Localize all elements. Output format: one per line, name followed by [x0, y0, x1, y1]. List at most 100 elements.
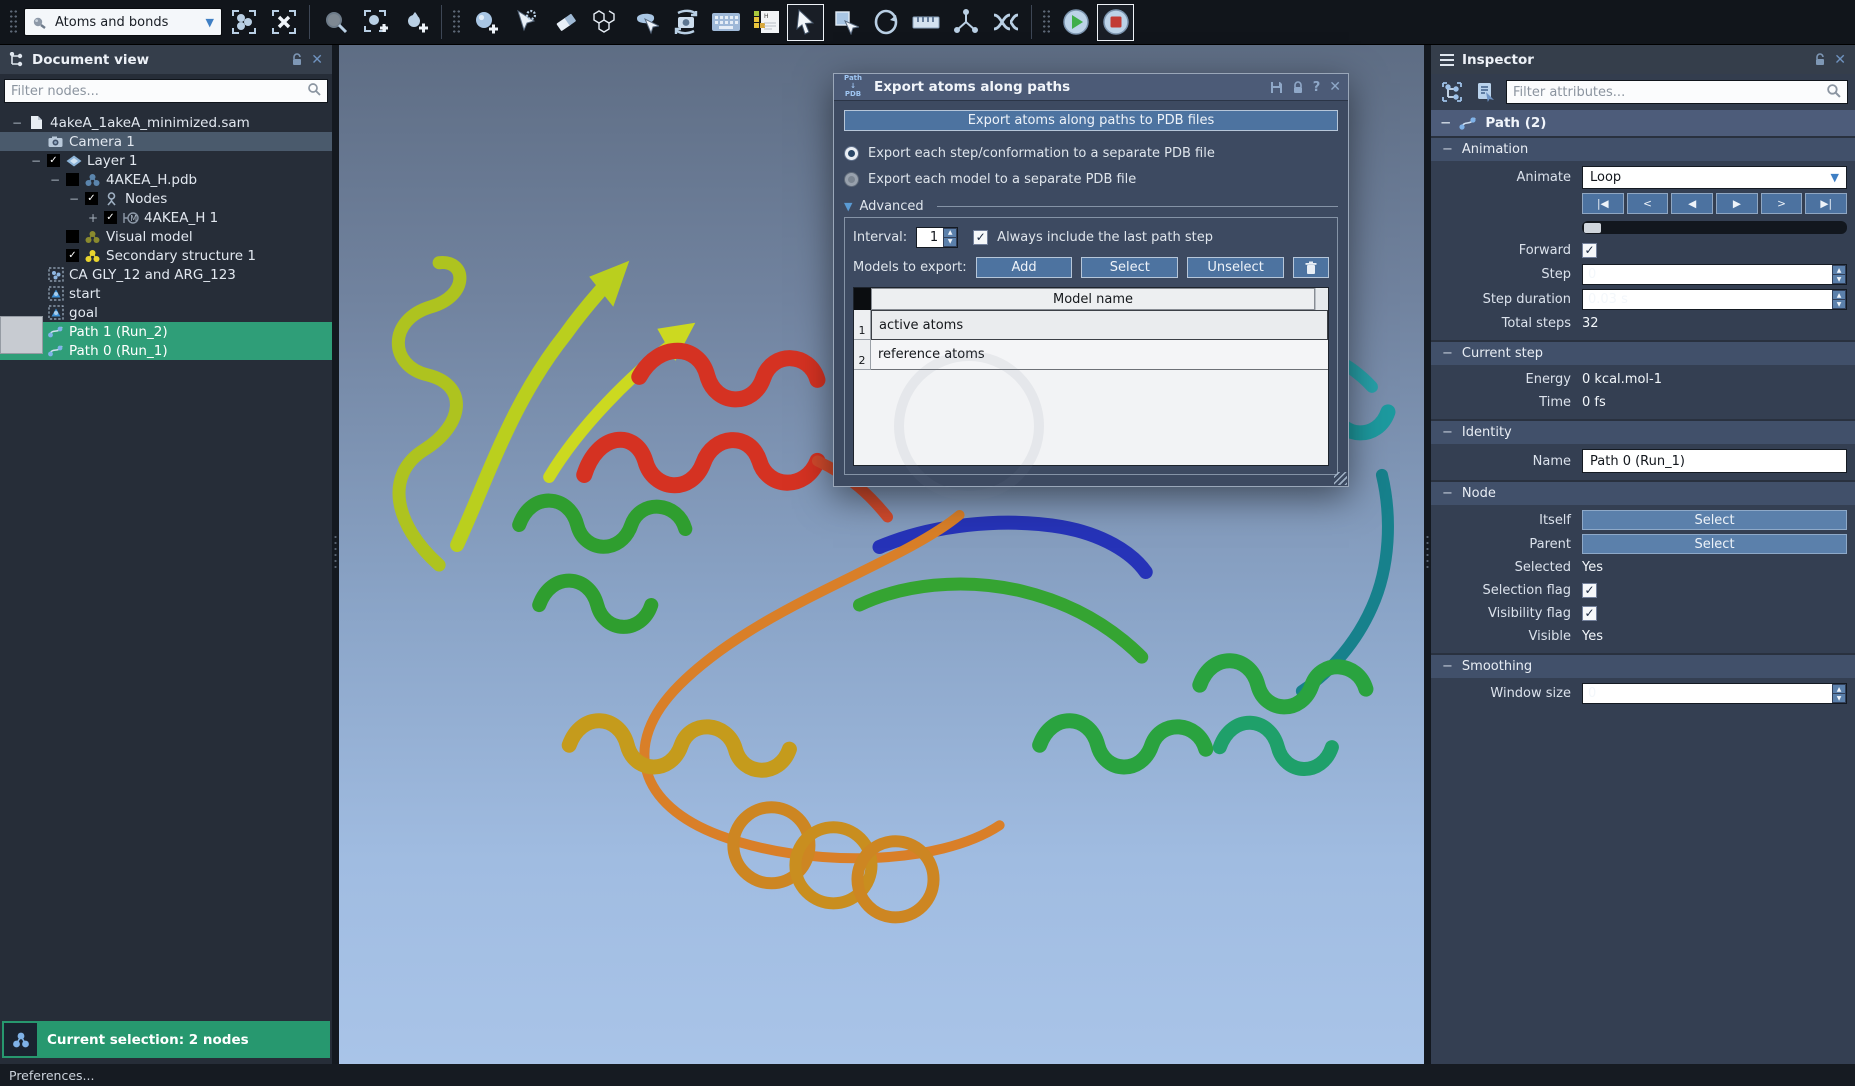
ruler-button[interactable] [907, 4, 944, 41]
animation-header[interactable]: −Animation [1431, 138, 1855, 161]
unlock-icon[interactable] [1814, 53, 1826, 66]
rect-select-button[interactable] [827, 4, 864, 41]
name-input[interactable]: Path 0 (Run_1) [1582, 449, 1847, 473]
skip-start-button[interactable]: |◀ [1582, 193, 1624, 214]
skip-end-button[interactable]: ▶| [1805, 193, 1847, 214]
expander-minus-icon[interactable]: − [49, 173, 61, 187]
left-splitter[interactable] [332, 45, 339, 1064]
close-icon[interactable]: ✕ [1329, 79, 1341, 95]
unlock-icon[interactable] [291, 53, 303, 66]
expander-plus-icon[interactable]: + [87, 211, 99, 225]
toolbar-grip[interactable] [452, 9, 461, 35]
tree-item-layer-1[interactable]: −✓Layer 1 [0, 151, 332, 170]
row-number[interactable]: 2 [854, 340, 871, 370]
table-corner[interactable] [854, 288, 871, 310]
inspect-tree-icon[interactable] [1438, 79, 1465, 106]
save-icon[interactable] [1270, 81, 1283, 94]
node-header[interactable]: −Node [1431, 482, 1855, 505]
mode-dropdown[interactable]: Atoms and bonds ▼ [24, 8, 222, 36]
add-node-button[interactable] [397, 4, 434, 41]
close-icon[interactable]: ✕ [1834, 52, 1846, 68]
models-table[interactable]: Model name 1active atoms2reference atoms [853, 287, 1329, 466]
eraser-button[interactable] [547, 4, 584, 41]
step-backward-button[interactable]: ◀ [1671, 193, 1713, 214]
expander-minus-icon[interactable]: − [11, 116, 23, 130]
tree-item-camera-1[interactable]: Camera 1 [0, 132, 332, 151]
add-selection-button[interactable] [357, 4, 394, 41]
add-atom-button[interactable] [467, 4, 504, 41]
table-header-model-name[interactable]: Model name [871, 288, 1315, 310]
right-splitter[interactable] [1424, 45, 1431, 1064]
radio-off-icon[interactable] [844, 172, 859, 187]
filter-nodes-input[interactable]: Filter nodes... [4, 79, 328, 103]
slider-handle[interactable] [1584, 223, 1601, 233]
selection-flag-checkbox[interactable]: ✓ [1582, 583, 1597, 598]
zoom-button[interactable] [317, 4, 354, 41]
inline-edit-box[interactable] [0, 316, 43, 354]
tree-item-nodes[interactable]: −✓Nodes [0, 189, 332, 208]
radio-export-each-model[interactable]: Export each model to a separate PDB file [844, 166, 1338, 192]
itself-select-button[interactable]: Select [1582, 510, 1847, 530]
expander-minus-icon[interactable]: − [68, 192, 80, 206]
tree-item-path-1-run-2-[interactable]: Path 1 (Run_2) [0, 322, 332, 341]
cursor-button[interactable] [787, 4, 824, 41]
tree-item-path-0-run-1-[interactable]: Path 0 (Run_1) [0, 341, 332, 360]
collapse-icon[interactable]: − [1440, 115, 1451, 131]
honeycomb-button[interactable] [587, 4, 624, 41]
tree-item-4akea-1akea-minimized-sam[interactable]: −4akeA_1akeA_minimized.sam [0, 113, 332, 132]
select-button[interactable]: Select [1081, 257, 1178, 278]
status-text[interactable]: Preferences... [9, 1068, 94, 1083]
visibility-flag-checkbox[interactable]: ✓ [1582, 606, 1597, 621]
record-button[interactable] [1097, 4, 1134, 41]
camera-rotate-button[interactable] [667, 4, 704, 41]
periodic-table-button[interactable]: H [747, 4, 784, 41]
table-scrollbar[interactable] [1315, 288, 1328, 310]
row-number[interactable]: 1 [854, 310, 871, 340]
dialog-titlebar[interactable]: Path↓PDB Export atoms along paths ? ✕ [834, 74, 1348, 101]
step-spinbox[interactable]: 0▲▼ [1582, 264, 1847, 285]
toolbar-grip[interactable] [1042, 9, 1051, 35]
model-name-cell[interactable]: active atoms [871, 310, 1328, 340]
resize-grip[interactable] [1334, 472, 1347, 485]
help-icon[interactable]: ? [1313, 80, 1321, 95]
identity-header[interactable]: −Identity [1431, 421, 1855, 444]
expander-minus-icon[interactable]: − [30, 154, 42, 168]
play-button[interactable] [1057, 4, 1094, 41]
visibility-checkbox[interactable]: ✓ [47, 154, 60, 167]
advanced-expander[interactable]: ▼ Advanced [844, 199, 1338, 214]
inspect-document-icon[interactable] [1472, 79, 1499, 106]
visibility-checkbox[interactable] [66, 230, 79, 243]
step-duration-spinbox[interactable]: 0.03 s▲▼ [1582, 289, 1847, 310]
delete-button[interactable] [1293, 257, 1329, 278]
fast-forward-button[interactable]: > [1761, 193, 1803, 214]
play-forward-button[interactable]: ▶ [1716, 193, 1758, 214]
interval-spinbox[interactable]: 1 ▲▼ [916, 227, 958, 248]
close-icon[interactable]: ✕ [311, 52, 323, 68]
window-size-spinbox[interactable]: 0▲▼ [1582, 683, 1847, 704]
parent-select-button[interactable]: Select [1582, 534, 1847, 554]
angle-button[interactable] [947, 4, 984, 41]
animate-dropdown[interactable]: Loop▼ [1582, 166, 1847, 189]
tree-item-ca-gly-12-and-arg-123[interactable]: CA GLY_12 and ARG_123 [0, 265, 332, 284]
fast-backward-button[interactable]: < [1627, 193, 1669, 214]
tree-item-start[interactable]: start [0, 284, 332, 303]
always-include-checkbox[interactable]: ✓ [973, 230, 988, 245]
twist-button[interactable] [987, 4, 1024, 41]
radio-export-each-step[interactable]: Export each step/conformation to a separ… [844, 140, 1338, 166]
unselect-button[interactable]: Unselect [1187, 257, 1284, 278]
smoothing-header[interactable]: −Smoothing [1431, 655, 1855, 678]
tree-item-goal[interactable]: goal [0, 303, 332, 322]
visibility-checkbox[interactable] [66, 173, 79, 186]
step-slider[interactable] [1582, 221, 1847, 234]
deselect-atoms-button[interactable] [265, 4, 302, 41]
lasso-select-button[interactable] [627, 4, 664, 41]
lock-icon[interactable] [1292, 81, 1304, 94]
forward-checkbox[interactable]: ✓ [1582, 243, 1597, 258]
tree-item-4akea-h-1[interactable]: +✓M4AKEA_H 1 [0, 208, 332, 227]
visibility-checkbox[interactable]: ✓ [66, 249, 79, 262]
radio-on-icon[interactable] [844, 146, 859, 161]
filter-attributes-input[interactable]: Filter attributes... [1506, 80, 1848, 104]
select-atoms-button[interactable] [225, 4, 262, 41]
pointer-gear-button[interactable] [507, 4, 544, 41]
add-button[interactable]: Add [976, 257, 1073, 278]
